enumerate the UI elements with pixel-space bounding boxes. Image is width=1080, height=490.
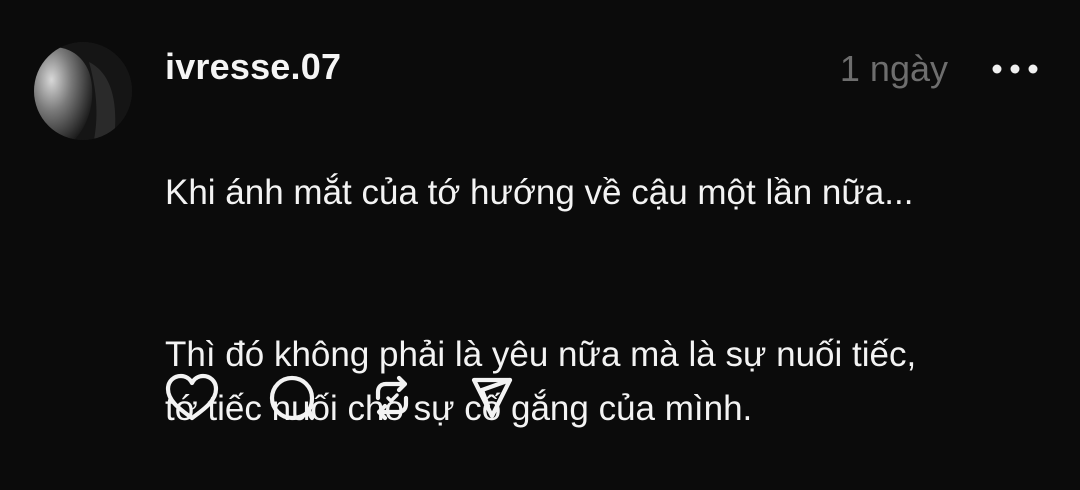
repost-button[interactable]	[364, 372, 420, 424]
avatar[interactable]	[34, 42, 132, 140]
more-options-icon[interactable]	[990, 62, 1040, 76]
post-actions	[164, 372, 520, 424]
post-timestamp: 1 ngày	[839, 48, 948, 89]
repost-icon	[375, 375, 409, 421]
username[interactable]: ivresse.07	[165, 46, 341, 88]
send-icon	[471, 377, 513, 419]
comment-button[interactable]	[264, 372, 320, 424]
like-button[interactable]	[164, 372, 220, 424]
heart-icon	[165, 373, 219, 421]
post-text: Khi ánh mắt của tớ hướng về cậu một lần …	[165, 112, 1055, 490]
share-button[interactable]	[464, 372, 520, 424]
thread-post: ivresse.07 1 ngày Khi ánh mắt của tớ hướ…	[0, 0, 1080, 456]
comment-bubble-icon	[269, 375, 315, 421]
avatar-image	[34, 42, 132, 140]
post-paragraph: Khi ánh mắt của tớ hướng về cậu một lần …	[165, 173, 914, 212]
